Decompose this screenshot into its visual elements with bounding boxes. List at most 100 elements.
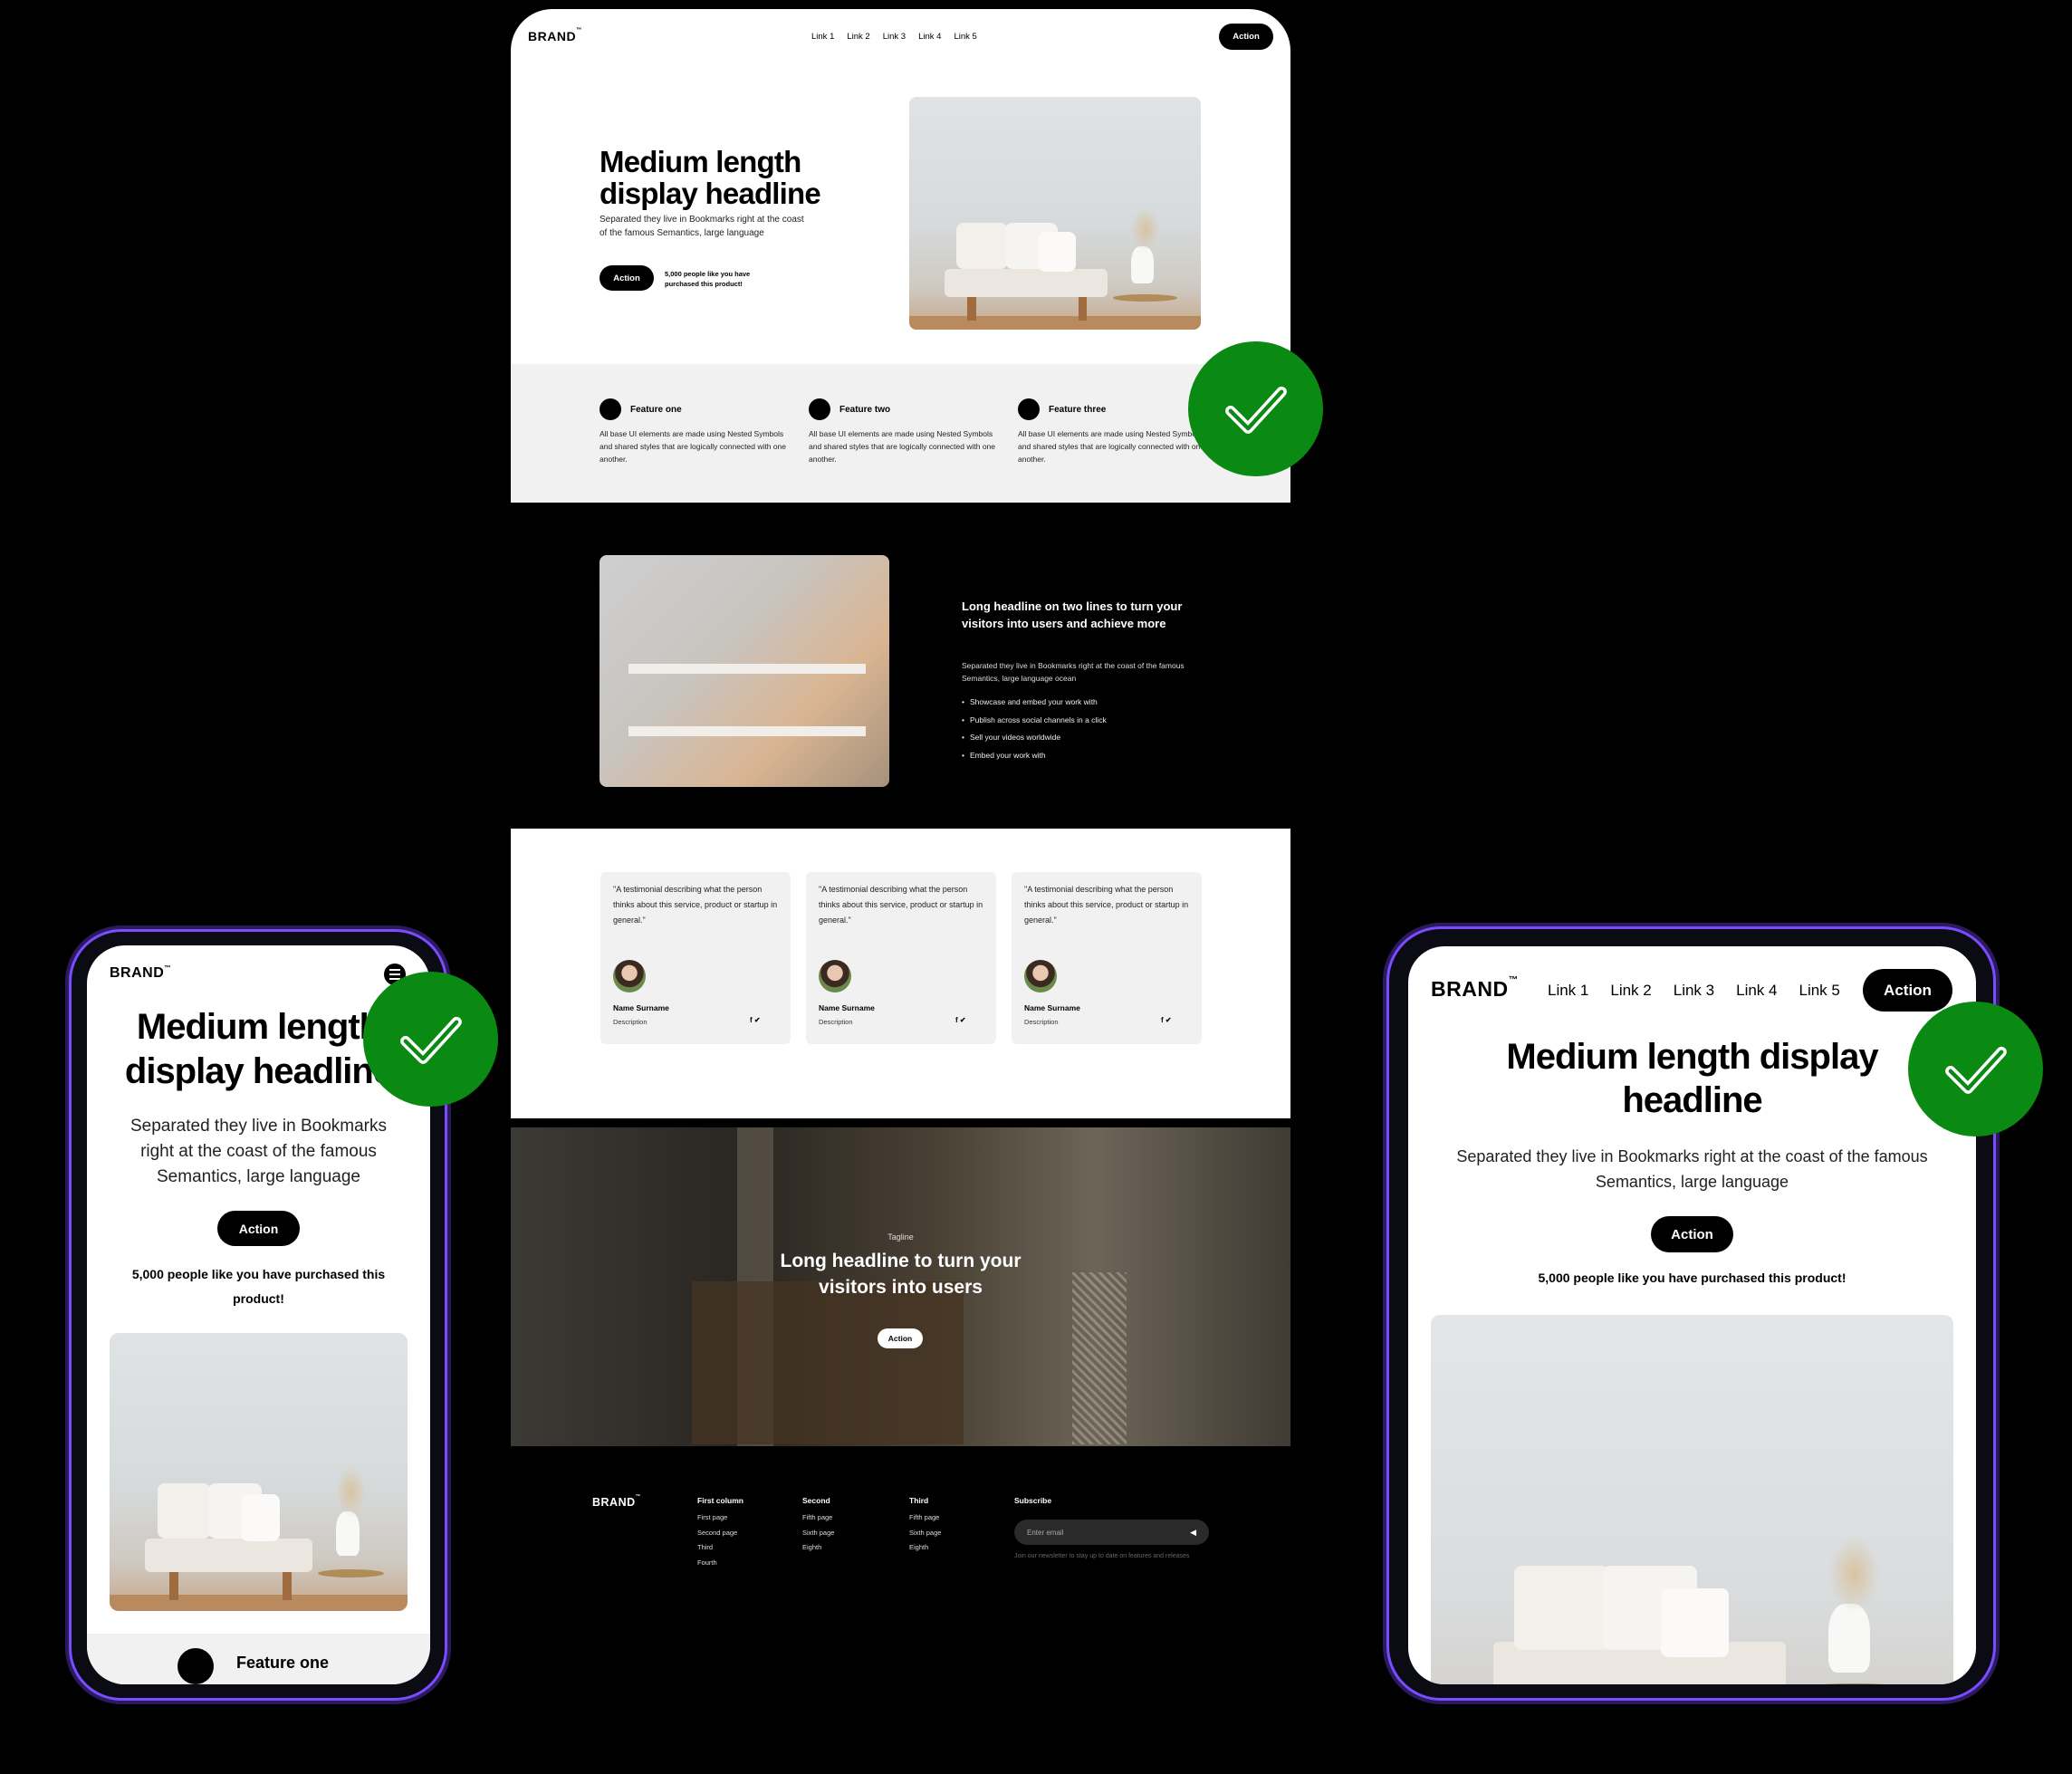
footer-link[interactable]: Fifth page [909,1510,941,1526]
testimonial-quote: "A testimonial describing what the perso… [613,885,778,925]
feature-icon [1018,398,1040,420]
footer-link[interactable]: Fourth [697,1556,743,1571]
testimonial-desc: Description [819,1018,853,1026]
newsletter-note: Join our newsletter to stay up to date o… [1014,1553,1190,1559]
desktop-brand-logo[interactable]: BRAND™ [528,27,582,43]
mobile-brand-logo[interactable]: BRAND™ [110,964,171,982]
mobile-social-proof: 5,000 people like you have purchased thi… [131,1267,386,1306]
nav-link-3[interactable]: Link 3 [1674,982,1714,1000]
hero-sofa-image [909,97,1201,330]
check-badge-icon [1188,341,1323,476]
desktop-testimonials: "A testimonial describing what the perso… [511,829,1290,1118]
feature-icon [600,398,621,420]
tablet-social-proof: 5,000 people like you have purchased thi… [1538,1271,1847,1285]
hero-social-proof: 5,000 people like you have purchased thi… [665,270,751,288]
send-icon[interactable]: ◀ [1190,1528,1196,1538]
media-bullets: Showcase and embed your work with Publis… [962,694,1107,764]
testimonial-quote: "A testimonial describing what the perso… [1024,885,1189,925]
mobile-feature-strip: Feature one [87,1634,430,1684]
mobile-feature-title: Feature one [236,1654,330,1672]
desktop-features: Feature one All base UI elements are mad… [511,364,1290,503]
showcase-stage: BRAND™ Link 1 Link 2 Link 3 Link 4 Link … [0,0,2072,1774]
nav-link-3[interactable]: Link 3 [883,32,906,42]
social-icons[interactable]: f ✔ [955,1016,966,1024]
nav-link-2[interactable]: Link 2 [847,32,869,42]
footer-link[interactable]: Eighth [909,1540,941,1556]
testimonial-quote: "A testimonial describing what the perso… [819,885,983,925]
cta-action-button[interactable]: Action [878,1328,923,1348]
footer-column: Third Fifth page Sixth page Eighth [909,1496,941,1556]
testimonial-name: Name Surname [1024,1003,1080,1012]
cta-headline: Long headline to turn your visitors into… [780,1251,1022,1298]
testimonial-card: "A testimonial describing what the perso… [600,872,791,1044]
nav-action-button[interactable]: Action [1219,24,1273,50]
footer-subscribe: Subscribe Enter email ◀ Join our newslet… [1014,1496,1209,1561]
mobile-sofa-image [110,1333,408,1611]
footer-column-title: Second [802,1496,830,1505]
footer-link[interactable]: Second page [697,1526,743,1541]
subscribe-title: Subscribe [1014,1496,1052,1505]
avatar [819,960,851,992]
nav-link-4[interactable]: Link 4 [918,32,941,42]
hero-subtext: Separated they live in Bookmarks right a… [600,215,804,238]
feature-icon [177,1648,214,1684]
tablet-nav-links: Link 1 Link 2 Link 3 Link 4 Link 5 [1548,982,1840,1000]
testimonial-card: "A testimonial describing what the perso… [806,872,996,1044]
footer-column: Second Fifth page Sixth page Eighth [802,1496,834,1556]
feature-title: Feature two [839,405,891,415]
testimonial-name: Name Surname [613,1003,669,1012]
tablet-headline: Medium length display headline [1506,1037,1878,1120]
footer-column-title: First column [697,1496,744,1505]
testimonial-name: Name Surname [819,1003,875,1012]
media-text: Separated they live in Bookmarks right a… [962,661,1185,683]
email-input[interactable]: Enter email ◀ [1014,1520,1209,1545]
nav-link-1[interactable]: Link 1 [811,32,834,42]
tablet-action-button[interactable]: Action [1651,1216,1733,1252]
feature-desc: All base UI elements are made using Nest… [1018,429,1205,464]
footer-column-title: Third [909,1496,929,1505]
mobile-action-button[interactable]: Action [217,1211,300,1246]
footer-link[interactable]: Sixth page [802,1526,834,1541]
social-icons[interactable]: f ✔ [750,1016,761,1024]
hero-action-button[interactable]: Action [600,265,654,291]
footer-brand-logo[interactable]: BRAND™ [592,1494,641,1509]
desktop-navbar: BRAND™ Link 1 Link 2 Link 3 Link 4 Link … [511,9,1290,72]
nav-link-2[interactable]: Link 2 [1610,982,1651,1000]
feature-icon [809,398,830,420]
feature-title: Feature three [1049,405,1107,415]
nav-link-1[interactable]: Link 1 [1548,982,1588,1000]
tablet-brand-logo[interactable]: BRAND™ [1431,975,1518,1002]
testimonial-desc: Description [613,1018,648,1026]
tablet-mockup: BRAND™ Link 1 Link 2 Link 3 Link 4 Link … [1408,946,1976,1684]
bullet-item: Embed your work with [962,747,1107,765]
footer-column: First column First page Second page Thir… [697,1496,743,1570]
check-badge-icon [363,972,498,1107]
nav-link-5[interactable]: Link 5 [954,32,976,42]
footer-link[interactable]: Eighth [802,1540,834,1556]
shelf-image [600,555,889,787]
bullet-item: Publish across social channels in a clic… [962,712,1107,730]
footer-link[interactable]: Third [697,1540,743,1556]
nav-link-4[interactable]: Link 4 [1736,982,1777,1000]
desktop-hero: Medium length display headline Separated… [511,72,1290,364]
check-badge-icon [1908,1002,2043,1136]
desktop-cta-banner: Tagline Long headline to turn your visit… [511,1127,1290,1446]
footer-link[interactable]: Sixth page [909,1526,941,1541]
footer-link[interactable]: First page [697,1510,743,1526]
avatar [613,960,646,992]
desktop-nav-links: Link 1 Link 2 Link 3 Link 4 Link 5 [811,32,977,42]
testimonial-card: "A testimonial describing what the perso… [1012,872,1202,1044]
footer-link[interactable]: Fifth page [802,1510,834,1526]
tablet-sofa-image [1431,1315,1953,1684]
tablet-subtext: Separated they live in Bookmarks right a… [1456,1147,1928,1191]
nav-link-5[interactable]: Link 5 [1799,982,1840,1000]
cta-tagline: Tagline [887,1232,914,1242]
avatar [1024,960,1057,992]
bullet-item: Sell your videos worldwide [962,729,1107,747]
feature-desc: All base UI elements are made using Nest… [600,429,787,464]
feature-title: Feature one [630,405,682,415]
desktop-footer: BRAND™ First column First page Second pa… [511,1446,1290,1730]
social-icons[interactable]: f ✔ [1161,1016,1172,1024]
tablet-nav-action-button[interactable]: Action [1863,969,1952,1012]
bullet-item: Showcase and embed your work with [962,694,1107,712]
